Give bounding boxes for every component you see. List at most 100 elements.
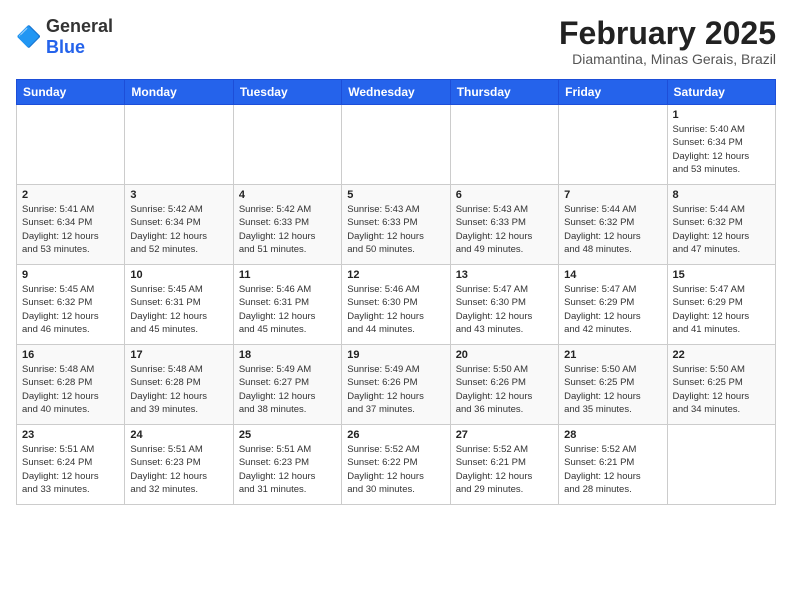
day-info: Sunrise: 5:47 AM Sunset: 6:30 PM Dayligh… [456, 283, 553, 336]
day-info: Sunrise: 5:43 AM Sunset: 6:33 PM Dayligh… [456, 203, 553, 256]
weekday-header-thursday: Thursday [450, 80, 558, 105]
calendar-cell: 14 Sunrise: 5:47 AM Sunset: 6:29 PM Dayli… [559, 265, 667, 345]
day-number: 6 [456, 189, 553, 201]
day-number: 8 [673, 189, 770, 201]
day-number: 2 [22, 189, 119, 201]
calendar-cell: 16 Sunrise: 5:48 AM Sunset: 6:28 PM Dayli… [17, 345, 125, 425]
calendar-cell [450, 105, 558, 185]
day-info: Sunrise: 5:48 AM Sunset: 6:28 PM Dayligh… [130, 363, 227, 416]
calendar-cell: 13 Sunrise: 5:47 AM Sunset: 6:30 PM Dayli… [450, 265, 558, 345]
day-number: 19 [347, 349, 444, 361]
day-info: Sunrise: 5:44 AM Sunset: 6:32 PM Dayligh… [673, 203, 770, 256]
calendar-week-row-4: 16 Sunrise: 5:48 AM Sunset: 6:28 PM Dayli… [17, 345, 776, 425]
calendar-cell: 5Sunrise: 5:43 AM Sunset: 6:33 PM Daylig… [342, 185, 450, 265]
calendar-week-row-3: 9Sunrise: 5:45 AM Sunset: 6:32 PM Daylig… [17, 265, 776, 345]
day-info: Sunrise: 5:43 AM Sunset: 6:33 PM Dayligh… [347, 203, 444, 256]
day-number: 27 [456, 429, 553, 441]
weekday-header-sunday: Sunday [17, 80, 125, 105]
calendar-cell [342, 105, 450, 185]
title-section: February 2025 Diamantina, Minas Gerais, … [559, 16, 776, 67]
day-number: 13 [456, 269, 553, 281]
weekday-header-wednesday: Wednesday [342, 80, 450, 105]
day-number: 12 [347, 269, 444, 281]
logo: 🔷 General Blue [16, 16, 113, 58]
day-number: 25 [239, 429, 336, 441]
day-number: 7 [564, 189, 661, 201]
day-number: 1 [673, 109, 770, 121]
weekday-header-saturday: Saturday [667, 80, 775, 105]
calendar-cell: 23Sunrise: 5:51 AM Sunset: 6:24 PM Dayli… [17, 425, 125, 505]
day-number: 3 [130, 189, 227, 201]
day-info: Sunrise: 5:52 AM Sunset: 6:22 PM Dayligh… [347, 443, 444, 496]
calendar-cell: 22 Sunrise: 5:50 AM Sunset: 6:25 PM Dayli… [667, 345, 775, 425]
calendar-cell: 19 Sunrise: 5:49 AM Sunset: 6:26 PM Dayli… [342, 345, 450, 425]
day-info: Sunrise: 5:42 AM Sunset: 6:34 PM Dayligh… [130, 203, 227, 256]
calendar-cell: 15 Sunrise: 5:47 AM Sunset: 6:29 PM Dayli… [667, 265, 775, 345]
logo-blue-text: Blue [46, 37, 85, 57]
day-info: Sunrise: 5:50 AM Sunset: 6:25 PM Dayligh… [673, 363, 770, 416]
calendar-table: SundayMondayTuesdayWednesdayThursdayFrid… [16, 79, 776, 505]
calendar-cell: 3 Sunrise: 5:42 AM Sunset: 6:34 PM Daylig… [125, 185, 233, 265]
day-info: Sunrise: 5:48 AM Sunset: 6:28 PM Dayligh… [22, 363, 119, 416]
calendar-cell: 8 Sunrise: 5:44 AM Sunset: 6:32 PM Daylig… [667, 185, 775, 265]
calendar-cell [125, 105, 233, 185]
day-number: 17 [130, 349, 227, 361]
calendar-cell: 2Sunrise: 5:41 AM Sunset: 6:34 PM Daylig… [17, 185, 125, 265]
day-number: 21 [564, 349, 661, 361]
calendar-week-row-2: 2Sunrise: 5:41 AM Sunset: 6:34 PM Daylig… [17, 185, 776, 265]
calendar-cell [233, 105, 341, 185]
calendar-week-row-1: 1Sunrise: 5:40 AM Sunset: 6:34 PM Daylig… [17, 105, 776, 185]
calendar-cell: 6 Sunrise: 5:43 AM Sunset: 6:33 PM Daylig… [450, 185, 558, 265]
day-info: Sunrise: 5:45 AM Sunset: 6:32 PM Dayligh… [22, 283, 119, 336]
day-info: Sunrise: 5:51 AM Sunset: 6:23 PM Dayligh… [130, 443, 227, 496]
day-number: 22 [673, 349, 770, 361]
day-number: 14 [564, 269, 661, 281]
day-number: 15 [673, 269, 770, 281]
calendar-cell: 10 Sunrise: 5:45 AM Sunset: 6:31 PM Dayli… [125, 265, 233, 345]
day-info: Sunrise: 5:52 AM Sunset: 6:21 PM Dayligh… [564, 443, 661, 496]
day-info: Sunrise: 5:49 AM Sunset: 6:26 PM Dayligh… [347, 363, 444, 416]
weekday-header-tuesday: Tuesday [233, 80, 341, 105]
day-info: Sunrise: 5:45 AM Sunset: 6:31 PM Dayligh… [130, 283, 227, 336]
day-number: 4 [239, 189, 336, 201]
calendar-cell: 18 Sunrise: 5:49 AM Sunset: 6:27 PM Dayli… [233, 345, 341, 425]
month-year-title: February 2025 [559, 16, 776, 51]
day-info: Sunrise: 5:46 AM Sunset: 6:31 PM Dayligh… [239, 283, 336, 336]
calendar-cell: 1Sunrise: 5:40 AM Sunset: 6:34 PM Daylig… [667, 105, 775, 185]
day-info: Sunrise: 5:50 AM Sunset: 6:25 PM Dayligh… [564, 363, 661, 416]
logo-icon: 🔷 [16, 23, 44, 51]
calendar-cell: 21 Sunrise: 5:50 AM Sunset: 6:25 PM Dayli… [559, 345, 667, 425]
day-number: 18 [239, 349, 336, 361]
weekday-header-monday: Monday [125, 80, 233, 105]
calendar-cell: 26 Sunrise: 5:52 AM Sunset: 6:22 PM Dayli… [342, 425, 450, 505]
day-number: 26 [347, 429, 444, 441]
day-number: 16 [22, 349, 119, 361]
day-info: Sunrise: 5:51 AM Sunset: 6:23 PM Dayligh… [239, 443, 336, 496]
day-info: Sunrise: 5:47 AM Sunset: 6:29 PM Dayligh… [673, 283, 770, 336]
day-number: 28 [564, 429, 661, 441]
calendar-cell: 7Sunrise: 5:44 AM Sunset: 6:32 PM Daylig… [559, 185, 667, 265]
day-number: 20 [456, 349, 553, 361]
calendar-cell [559, 105, 667, 185]
calendar-cell [17, 105, 125, 185]
svg-text:🔷: 🔷 [16, 25, 42, 49]
weekday-header-row: SundayMondayTuesdayWednesdayThursdayFrid… [17, 80, 776, 105]
day-number: 23 [22, 429, 119, 441]
page-header: 🔷 General Blue February 2025 Diamantina,… [16, 16, 776, 67]
day-number: 24 [130, 429, 227, 441]
calendar-cell: 20 Sunrise: 5:50 AM Sunset: 6:26 PM Dayli… [450, 345, 558, 425]
location-subtitle: Diamantina, Minas Gerais, Brazil [559, 51, 776, 67]
calendar-week-row-5: 23Sunrise: 5:51 AM Sunset: 6:24 PM Dayli… [17, 425, 776, 505]
day-info: Sunrise: 5:42 AM Sunset: 6:33 PM Dayligh… [239, 203, 336, 256]
day-info: Sunrise: 5:50 AM Sunset: 6:26 PM Dayligh… [456, 363, 553, 416]
day-number: 11 [239, 269, 336, 281]
day-number: 10 [130, 269, 227, 281]
calendar-cell: 25 Sunrise: 5:51 AM Sunset: 6:23 PM Dayli… [233, 425, 341, 505]
calendar-cell [667, 425, 775, 505]
day-info: Sunrise: 5:47 AM Sunset: 6:29 PM Dayligh… [564, 283, 661, 336]
calendar-cell: 11 Sunrise: 5:46 AM Sunset: 6:31 PM Dayli… [233, 265, 341, 345]
calendar-cell: 4 Sunrise: 5:42 AM Sunset: 6:33 PM Daylig… [233, 185, 341, 265]
day-info: Sunrise: 5:49 AM Sunset: 6:27 PM Dayligh… [239, 363, 336, 416]
day-info: Sunrise: 5:52 AM Sunset: 6:21 PM Dayligh… [456, 443, 553, 496]
logo-general-text: General [46, 16, 113, 36]
